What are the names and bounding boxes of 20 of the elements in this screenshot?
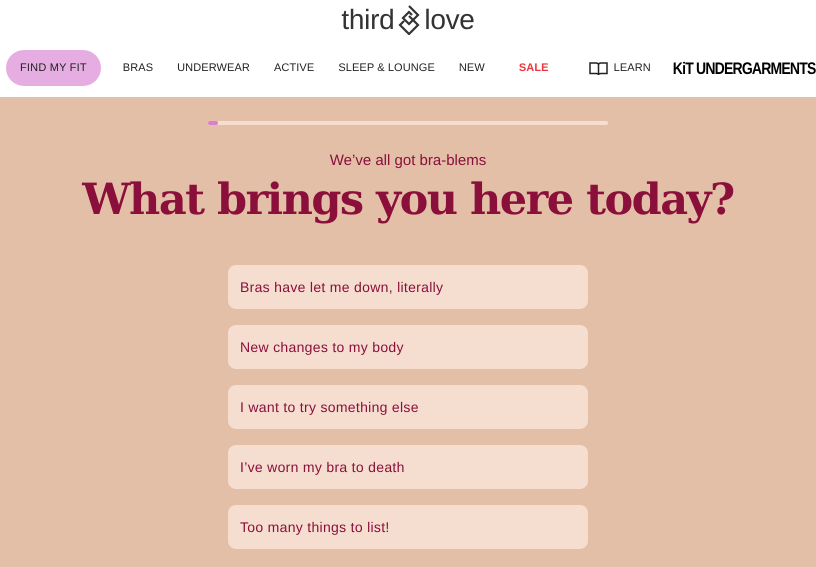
logo-icon	[398, 5, 420, 35]
find-my-fit-button[interactable]: FIND MY FIT	[6, 50, 101, 86]
logo-text[interactable]: third	[341, 4, 394, 36]
nav-link[interactable]: SLEEP & LOUNGE	[338, 62, 435, 74]
nav-link[interactable]: BRAS	[122, 62, 154, 74]
nav-link[interactable]: UNDERWEAR	[177, 62, 250, 74]
brand-link[interactable]: KiT UNDERGARMENTS	[672, 58, 816, 78]
answer-option[interactable]: I want to try something else	[228, 385, 588, 429]
nav-link[interactable]: LEARN	[614, 62, 651, 74]
nav-link[interactable]: SALE	[518, 62, 549, 74]
nav-link[interactable]: NEW	[458, 62, 485, 74]
logo-text[interactable]: love	[424, 4, 475, 36]
answer-option[interactable]: Bras have let me down, literally	[228, 265, 588, 309]
subtitle: We’ve all got bra-blems	[330, 152, 486, 169]
answer-option[interactable]: I’ve worn my bra to death	[228, 445, 588, 489]
nav-link[interactable]: ACTIVE	[274, 62, 314, 74]
answer-option[interactable]: New changes to my body	[228, 325, 588, 369]
answer-option[interactable]: Too many things to list!	[228, 505, 588, 549]
heading: What brings you here today?	[82, 175, 734, 225]
book-icon	[588, 60, 608, 76]
